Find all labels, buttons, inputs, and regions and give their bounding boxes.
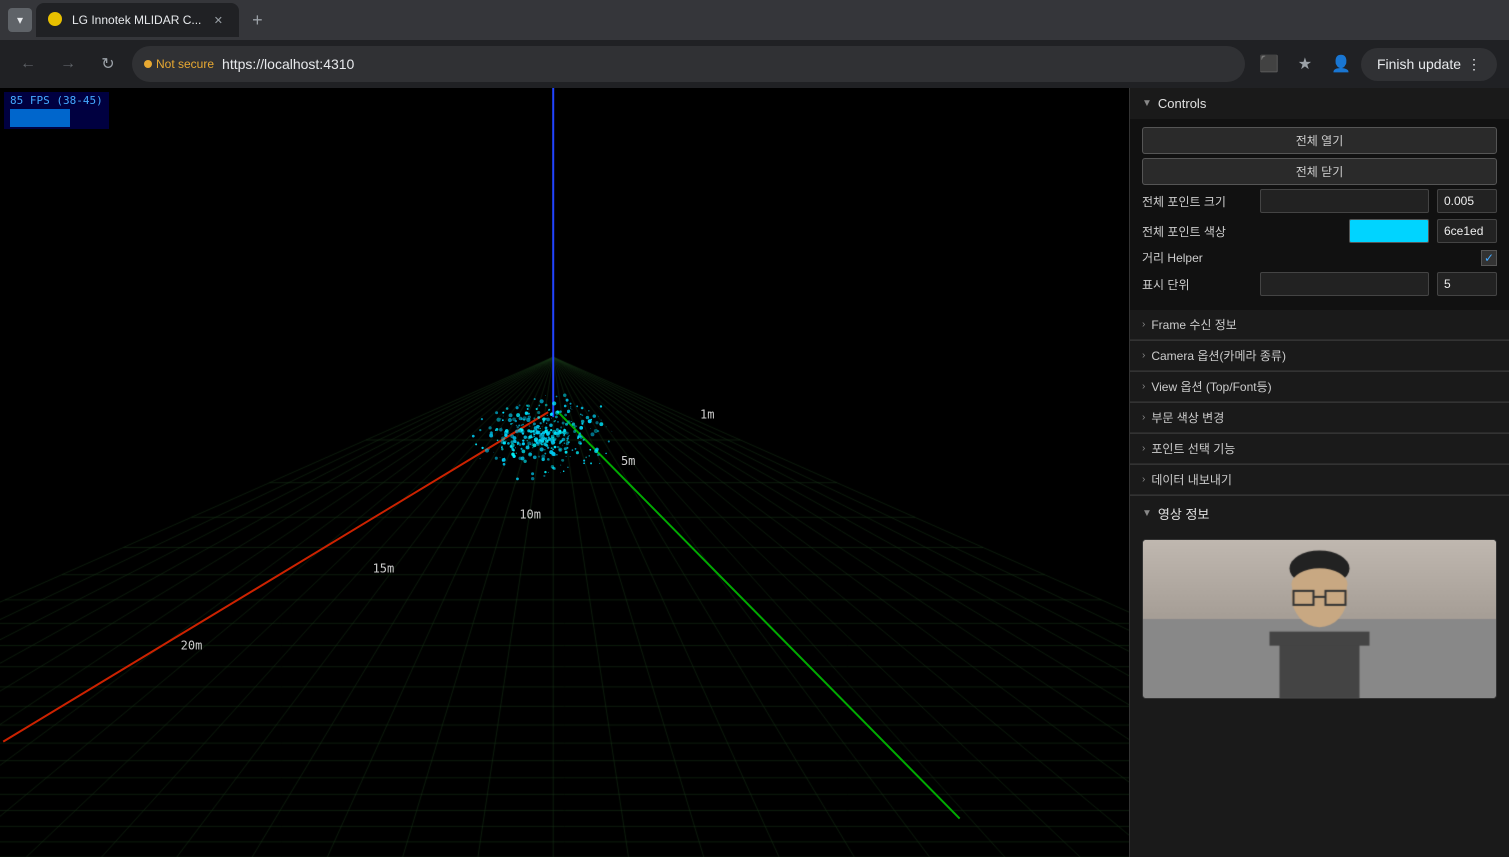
distance-helper-row: 거리 Helper ✓	[1142, 249, 1497, 266]
new-tab-btn[interactable]: +	[243, 6, 271, 34]
profile-btn[interactable]: 👤	[1325, 48, 1357, 80]
camera-options-row[interactable]: › Camera 옵션(카메라 종류)	[1130, 341, 1509, 371]
color-change-row[interactable]: › 부문 색상 변경	[1130, 403, 1509, 433]
color-chevron: ›	[1142, 412, 1145, 423]
browser-chrome: ▾ LG Innotek MLIDAR C... ✕ + ← → ↻ Not s…	[0, 0, 1509, 88]
fps-counter: 85 FPS (38-45)	[4, 92, 109, 129]
display-unit-label: 표시 단위	[1142, 276, 1252, 293]
toolbar: ← → ↻ Not secure https://localhost:4310 …	[0, 40, 1509, 88]
point-size-label: 전체 포인트 크기	[1142, 193, 1252, 210]
tab-favicon	[48, 12, 64, 28]
camera-section: › Camera 옵션(카메라 종류)	[1130, 341, 1509, 372]
address-bar[interactable]: Not secure https://localhost:4310	[132, 46, 1245, 82]
back-btn[interactable]: ←	[12, 48, 44, 80]
point-size-value: 0.005	[1437, 189, 1497, 213]
person-canvas	[1143, 540, 1496, 698]
cast-btn[interactable]: ⬛	[1253, 48, 1285, 80]
3d-viewer[interactable]: 85 FPS (38-45) 1m5m10m15m20m	[0, 88, 1129, 857]
tab-close-btn[interactable]: ✕	[209, 11, 227, 29]
tab-title: LG Innotek MLIDAR C...	[72, 13, 201, 27]
point-color-label: 전체 포인트 색상	[1142, 223, 1341, 240]
point-size-input[interactable]	[1260, 189, 1429, 213]
video-section-header[interactable]: ▼ 영상 정보	[1130, 496, 1509, 531]
color-section: › 부문 색상 변경	[1130, 403, 1509, 434]
frame-chevron: ›	[1142, 319, 1145, 330]
grid-canvas	[0, 88, 1129, 857]
video-feed	[1142, 539, 1497, 699]
display-unit-row: 표시 단위 5	[1142, 272, 1497, 296]
reload-btn[interactable]: ↻	[92, 48, 124, 80]
controls-section-content: 전체 열기 전체 닫기 전체 포인트 크기 0.005 전체 포인트 색상 6c…	[1130, 119, 1509, 310]
export-section: › 데이터 내보내기	[1130, 465, 1509, 496]
open-all-btn[interactable]: 전체 열기	[1142, 127, 1497, 154]
view-chevron: ›	[1142, 381, 1145, 392]
distance-helper-label: 거리 Helper	[1142, 249, 1473, 266]
bookmark-btn[interactable]: ★	[1289, 48, 1321, 80]
export-row[interactable]: › 데이터 내보내기	[1130, 465, 1509, 495]
video-preview	[1143, 540, 1496, 698]
point-select-section: › 포인트 선택 기능	[1130, 434, 1509, 465]
close-all-btn[interactable]: 전체 닫기	[1142, 158, 1497, 185]
color-swatch[interactable]	[1349, 219, 1429, 243]
export-chevron: ›	[1142, 474, 1145, 485]
tab-switcher-btn[interactable]: ▾	[8, 8, 32, 32]
controls-section-header[interactable]: ▼ Controls	[1130, 88, 1509, 119]
video-chevron: ▼	[1142, 508, 1152, 519]
fps-bar	[10, 109, 70, 127]
point-select-chevron: ›	[1142, 443, 1145, 454]
not-secure-dot	[144, 60, 152, 68]
forward-btn[interactable]: →	[52, 48, 84, 80]
color-hex-label: 6ce1ed	[1437, 219, 1497, 243]
toolbar-actions: ⬛ ★ 👤 Finish update ⋮	[1253, 48, 1497, 81]
display-unit-input[interactable]	[1260, 272, 1429, 296]
active-tab[interactable]: LG Innotek MLIDAR C... ✕	[36, 3, 239, 37]
frame-section: › Frame 수신 정보	[1130, 310, 1509, 341]
finish-update-menu-icon: ⋮	[1467, 56, 1481, 73]
view-options-row[interactable]: › View 옵션 (Top/Font등)	[1130, 372, 1509, 402]
camera-chevron: ›	[1142, 350, 1145, 361]
security-indicator: Not secure	[144, 57, 214, 71]
controls-chevron: ▼	[1142, 98, 1152, 109]
display-unit-value: 5	[1437, 272, 1497, 296]
distance-helper-checkbox[interactable]: ✓	[1481, 250, 1497, 266]
right-panel: ▼ Controls 전체 열기 전체 닫기 전체 포인트 크기 0.005 전…	[1129, 88, 1509, 857]
view-section: › View 옵션 (Top/Font등)	[1130, 372, 1509, 403]
tab-bar: ▾ LG Innotek MLIDAR C... ✕ +	[0, 0, 1509, 40]
point-color-row: 전체 포인트 색상 6ce1ed	[1142, 219, 1497, 243]
point-select-row[interactable]: › 포인트 선택 기능	[1130, 434, 1509, 464]
main-content: 85 FPS (38-45) 1m5m10m15m20m ▼ Controls …	[0, 88, 1509, 857]
url-text: https://localhost:4310	[222, 56, 354, 72]
frame-info-row[interactable]: › Frame 수신 정보	[1130, 310, 1509, 340]
point-size-row: 전체 포인트 크기 0.005	[1142, 189, 1497, 213]
finish-update-btn[interactable]: Finish update ⋮	[1361, 48, 1497, 81]
